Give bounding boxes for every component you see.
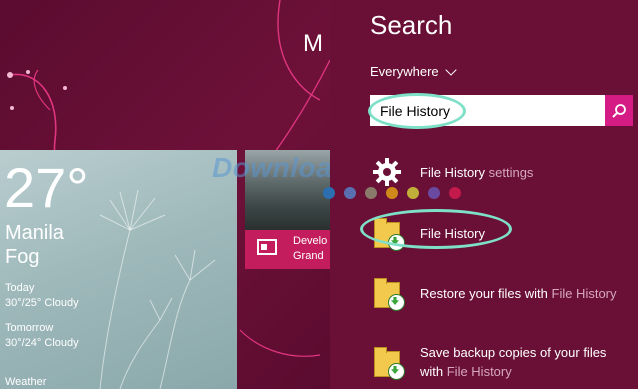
forecast-value: 30°/24° Cloudy <box>5 337 79 349</box>
news-headline: Develo Grand <box>293 234 327 264</box>
loading-dot <box>344 187 356 199</box>
file-history-icon <box>370 216 405 251</box>
forecast-day: Tomorrow <box>5 322 54 334</box>
result-prefix-line2: with <box>420 364 447 379</box>
search-input[interactable] <box>370 95 605 126</box>
result-match: File History <box>551 285 617 301</box>
forecast-day: Today <box>5 282 35 294</box>
loading-dot <box>407 187 419 199</box>
search-button[interactable] <box>605 95 633 126</box>
search-result-file-history[interactable]: File History <box>370 213 485 253</box>
forecast-value: 30°/25° Cloudy <box>5 297 79 309</box>
news-icon <box>257 239 277 255</box>
search-box[interactable] <box>370 95 633 126</box>
weather-city: Manila <box>5 222 64 244</box>
result-label: File History <box>420 224 485 243</box>
result-label: File History settings <box>420 163 533 182</box>
result-label: Save backup copies of your files with Fi… <box>420 343 606 381</box>
search-icon <box>612 103 626 118</box>
result-match: File History <box>420 164 486 180</box>
result-suffix: settings <box>485 164 534 180</box>
search-result-restore-files[interactable]: Restore your files with File History <box>370 273 617 313</box>
settings-gear-icon <box>370 155 404 189</box>
loading-dots <box>323 187 461 199</box>
result-prefix: Restore your files with <box>420 285 552 301</box>
weather-tile-label: Weather <box>5 376 47 388</box>
file-history-icon <box>370 345 405 380</box>
search-result-save-backup[interactable]: Save backup copies of your files with Fi… <box>370 342 606 382</box>
loading-dot <box>449 187 461 199</box>
result-prefix: Save backup copies of your files <box>420 345 607 360</box>
loading-dot <box>428 187 440 199</box>
loading-dot <box>386 187 398 199</box>
weather-temperature: 27° <box>4 156 89 219</box>
search-scope-label: Everywhere <box>370 64 439 79</box>
loading-dot <box>365 187 377 199</box>
news-headline-line1: Develo <box>293 235 328 247</box>
file-history-icon <box>370 276 405 311</box>
search-result-file-history-settings[interactable]: File History settings <box>370 152 533 192</box>
loading-dot <box>323 187 335 199</box>
result-match: File History <box>420 225 486 241</box>
chevron-down-icon <box>444 63 457 76</box>
start-screen-title: M <box>303 30 323 57</box>
weather-condition: Fog <box>5 246 40 268</box>
search-pane-title: Search <box>370 10 453 40</box>
result-match: File History <box>446 364 512 379</box>
weather-tile[interactable]: 27° Manila Fog Today 30°/25° Cloudy Tomo… <box>0 150 237 389</box>
search-scope-dropdown[interactable]: Everywhere <box>370 63 457 79</box>
result-label: Restore your files with File History <box>420 284 617 303</box>
news-tile-bar: Develo Grand <box>245 230 330 269</box>
news-headline-line2: Grand <box>293 250 324 262</box>
